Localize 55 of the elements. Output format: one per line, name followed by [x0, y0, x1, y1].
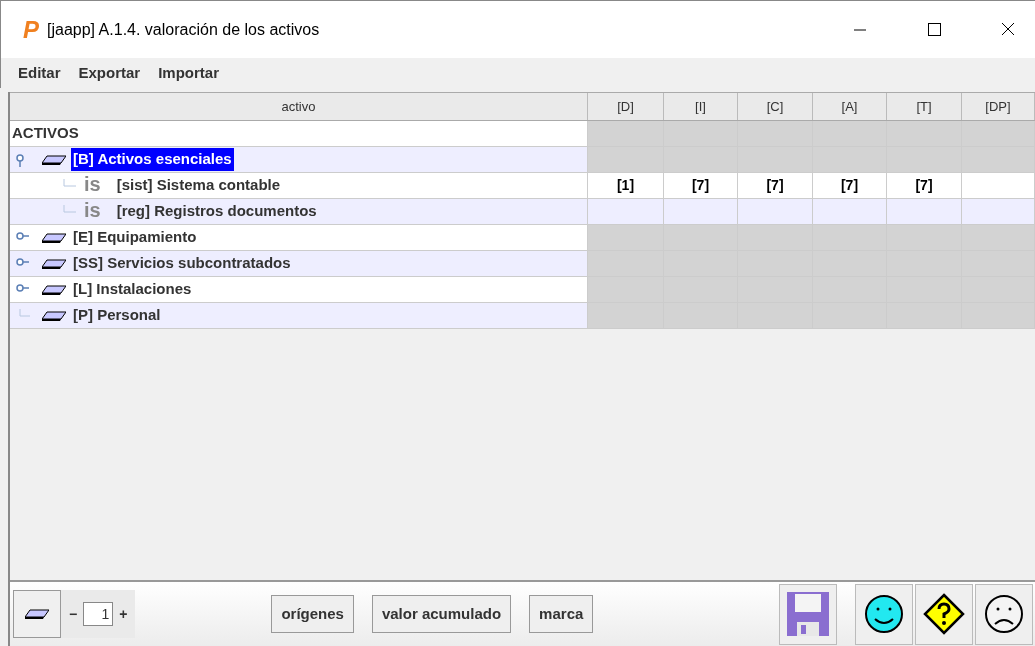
app-logo: P: [23, 17, 39, 42]
save-button[interactable]: [779, 583, 837, 645]
column-header[interactable]: activo: [10, 93, 588, 120]
tray-icon: [42, 310, 66, 321]
table-row[interactable]: is [sist] Sistema contable [1] [7] [7] [7] [7]: [10, 173, 1035, 199]
value-cell[interactable]: [7]: [738, 173, 813, 198]
decrement-button[interactable]: −: [69, 603, 78, 625]
toolbar-button[interactable]: valor acumulado: [371, 595, 512, 633]
tree-item[interactable]: [E] Equipamiento: [71, 226, 199, 249]
table-row[interactable]: [B] Activos esenciales: [10, 147, 1035, 173]
tree-item[interactable]: [B] Activos esenciales: [71, 148, 234, 171]
value-cell[interactable]: [7]: [887, 173, 962, 198]
type-label: is: [84, 200, 101, 223]
toolbar-button[interactable]: marca: [529, 595, 594, 633]
sad-face-icon: [984, 594, 1024, 634]
menu-item[interactable]: Exportar: [78, 61, 141, 85]
column-header[interactable]: [I]: [664, 93, 738, 120]
tray-icon: [42, 232, 66, 243]
value-cell[interactable]: [7]: [813, 173, 887, 198]
question-sign-icon: [923, 593, 965, 635]
value-cell[interactable]: [1]: [588, 173, 664, 198]
table-row[interactable]: [SS] Servicios subcontratados: [10, 251, 1035, 277]
column-header[interactable]: [T]: [887, 93, 962, 120]
happy-face-button[interactable]: [855, 583, 913, 645]
tree-item[interactable]: ACTIVOS: [10, 122, 81, 145]
tray-icon: [42, 284, 66, 295]
sad-face-button[interactable]: [975, 583, 1033, 645]
table-row[interactable]: [L] Instalaciones: [10, 277, 1035, 303]
type-label: is: [84, 174, 101, 197]
level-field[interactable]: 1: [83, 602, 114, 626]
window-title: [jaapp] A.1.4. valoración de los activos: [47, 19, 320, 40]
tree-item[interactable]: [SS] Servicios subcontratados: [71, 252, 293, 275]
table-row[interactable]: [P] Personal: [10, 303, 1035, 329]
column-header[interactable]: [C]: [738, 93, 813, 120]
menu-item[interactable]: Editar: [18, 61, 61, 85]
menu-item[interactable]: Importar: [158, 61, 220, 85]
tray-icon: [25, 609, 49, 619]
value-cell[interactable]: [7]: [664, 173, 738, 198]
column-header[interactable]: [DP]: [962, 93, 1035, 120]
column-header[interactable]: [A]: [813, 93, 887, 120]
tray-button[interactable]: [13, 590, 61, 638]
tree-item[interactable]: [P] Personal: [71, 304, 163, 327]
toolbar-button[interactable]: orígenes: [271, 595, 354, 633]
help-button[interactable]: [915, 583, 973, 645]
column-header[interactable]: [D]: [588, 93, 664, 120]
tree-item[interactable]: [sist] Sistema contable: [114, 174, 283, 197]
tray-icon: [42, 154, 66, 165]
table-row[interactable]: is [reg] Registros documentos: [10, 199, 1035, 225]
increment-button[interactable]: +: [119, 603, 128, 625]
tree-item[interactable]: [L] Instalaciones: [71, 278, 194, 301]
tree-item[interactable]: [reg] Registros documentos: [114, 200, 319, 223]
smiley-icon: [864, 594, 904, 634]
tray-icon: [42, 258, 66, 269]
table-row[interactable]: [E] Equipamiento: [10, 225, 1035, 251]
table-row[interactable]: ACTIVOS: [10, 121, 1035, 147]
